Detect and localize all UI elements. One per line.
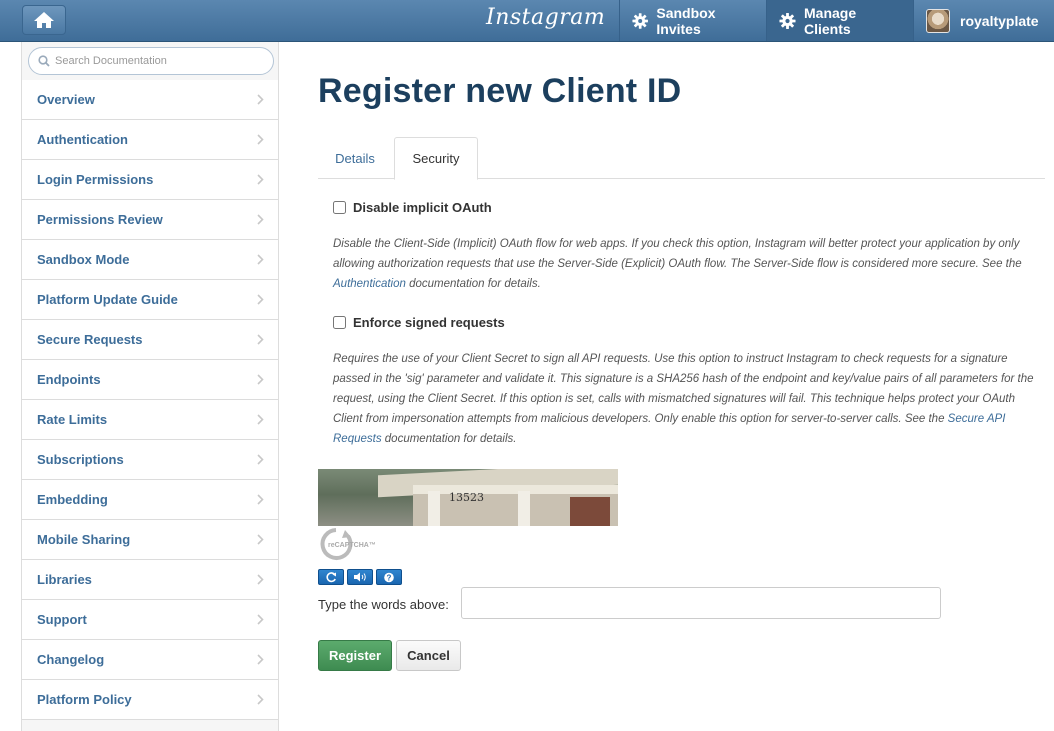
chevron-right-icon (257, 294, 264, 305)
home-button[interactable] (22, 5, 66, 35)
captcha-text: 13523 (449, 491, 484, 504)
sidebar-item-platform-update-guide[interactable]: Platform Update Guide (22, 280, 278, 320)
enforce-signed-requests-description: Requires the use of your Client Secret t… (333, 349, 1038, 449)
captcha-image: 13523 (318, 469, 618, 526)
chevron-right-icon (257, 134, 264, 145)
authentication-link[interactable]: Authentication (333, 278, 406, 290)
nav-label: Manage Clients (804, 4, 857, 37)
sidebar-item-label: Login Permissions (37, 172, 154, 187)
chevron-right-icon (257, 254, 264, 265)
tab-details[interactable]: Details (318, 137, 392, 179)
sidebar-item-label: Mobile Sharing (37, 532, 131, 547)
documentation-sidebar: Overview Authentication Login Permissions P… (21, 42, 279, 731)
enforce-signed-requests-option[interactable]: Enforce signed requests (333, 315, 505, 330)
sidebar-item-label: Changelog (37, 652, 105, 667)
disable-implicit-oauth-option[interactable]: Disable implicit OAuth (333, 200, 492, 215)
sidebar-item-rate-limits[interactable]: Rate Limits (22, 400, 278, 440)
speaker-icon (354, 572, 366, 582)
search-icon (38, 55, 50, 67)
sidebar-item-overview[interactable]: Overview (22, 80, 278, 120)
sidebar-menu: Overview Authentication Login Permissions P… (22, 80, 278, 720)
sidebar-item-label: Sandbox Mode (37, 252, 130, 267)
recaptcha-logo-text: reCAPTCHA™ (328, 542, 376, 549)
nav-label: Sandbox Invites (656, 4, 716, 37)
tab-bar: Details Security (318, 137, 1045, 180)
chevron-right-icon (257, 214, 264, 225)
disable-implicit-oauth-checkbox[interactable] (333, 201, 346, 214)
sidebar-item-label: Libraries (37, 572, 92, 587)
sidebar-item-authentication[interactable]: Authentication (22, 120, 278, 160)
captcha-response-input[interactable] (461, 587, 941, 619)
chevron-right-icon (257, 454, 264, 465)
disable-implicit-oauth-description: Disable the Client-Side (Implicit) OAuth… (333, 234, 1038, 294)
description-text: Requires the use of your Client Secret t… (333, 353, 1034, 425)
help-icon: ? (384, 572, 394, 582)
tab-security[interactable]: Security (394, 137, 478, 180)
nav-manage-clients[interactable]: Manage Clients (766, 0, 913, 41)
register-button[interactable]: Register (318, 640, 392, 671)
cancel-button[interactable]: Cancel (396, 640, 461, 671)
refresh-icon (326, 572, 336, 583)
sidebar-item-label: Rate Limits (37, 412, 108, 427)
description-text: documentation for details. (381, 433, 517, 445)
sidebar-item-label: Support (37, 612, 87, 627)
chevron-right-icon (257, 574, 264, 585)
chevron-right-icon (257, 174, 264, 185)
chevron-right-icon (257, 494, 264, 505)
description-text: Disable the Client-Side (Implicit) OAuth… (333, 238, 1022, 270)
option-label: Enforce signed requests (353, 315, 505, 330)
search-box (28, 47, 274, 75)
sidebar-item-label: Overview (37, 92, 95, 107)
captcha-help-button[interactable]: ? (376, 569, 402, 585)
sidebar-item-label: Permissions Review (37, 212, 163, 227)
sidebar-item-embedding[interactable]: Embedding (22, 480, 278, 520)
chevron-right-icon (257, 374, 264, 385)
sidebar-item-subscriptions[interactable]: Subscriptions (22, 440, 278, 480)
chevron-right-icon (257, 334, 264, 345)
option-label: Disable implicit OAuth (353, 200, 492, 215)
captcha-controls: ? (318, 569, 402, 585)
page-title: Register new Client ID (318, 72, 682, 110)
captcha-audio-button[interactable] (347, 569, 373, 585)
sidebar-item-sandbox-mode[interactable]: Sandbox Mode (22, 240, 278, 280)
chevron-right-icon (257, 94, 264, 105)
sidebar-item-platform-policy[interactable]: Platform Policy (22, 680, 278, 720)
avatar (926, 8, 950, 33)
search-input[interactable] (55, 52, 267, 70)
user-menu[interactable]: royaltyplate (913, 0, 1054, 41)
sidebar-item-changelog[interactable]: Changelog (22, 640, 278, 680)
recaptcha-logo: reCAPTCHA™ (318, 526, 398, 562)
sidebar-item-label: Platform Update Guide (37, 292, 178, 307)
home-icon (34, 12, 54, 28)
sidebar-item-label: Subscriptions (37, 452, 124, 467)
gear-icon (779, 12, 796, 29)
chevron-right-icon (257, 534, 264, 545)
description-text: documentation for details. (405, 278, 541, 290)
chevron-right-icon (257, 654, 264, 665)
chevron-right-icon (257, 614, 264, 625)
nav-sandbox-invites[interactable]: Sandbox Invites (619, 0, 766, 41)
sidebar-item-libraries[interactable]: Libraries (22, 560, 278, 600)
captcha-refresh-button[interactable] (318, 569, 344, 585)
captcha-label: Type the words above: (318, 597, 449, 612)
chevron-right-icon (257, 414, 264, 425)
sidebar-item-login-permissions[interactable]: Login Permissions (22, 160, 278, 200)
chevron-right-icon (257, 694, 264, 705)
svg-text:?: ? (387, 573, 392, 582)
username: royaltyplate (960, 12, 1039, 29)
sidebar-item-endpoints[interactable]: Endpoints (22, 360, 278, 400)
sidebar-item-permissions-review[interactable]: Permissions Review (22, 200, 278, 240)
sidebar-item-mobile-sharing[interactable]: Mobile Sharing (22, 520, 278, 560)
instagram-logo[interactable]: Instagram (486, 5, 605, 30)
sidebar-item-label: Authentication (37, 132, 128, 147)
sidebar-item-label: Secure Requests (37, 332, 143, 347)
sidebar-item-support[interactable]: Support (22, 600, 278, 640)
gear-icon (632, 12, 648, 29)
enforce-signed-requests-checkbox[interactable] (333, 316, 346, 329)
sidebar-item-label: Platform Policy (37, 692, 132, 707)
sidebar-item-secure-requests[interactable]: Secure Requests (22, 320, 278, 360)
top-navigation-bar: Instagram Sandbox Invites Manage Clients… (0, 0, 1054, 42)
sidebar-item-label: Endpoints (37, 372, 101, 387)
sidebar-item-label: Embedding (37, 492, 108, 507)
